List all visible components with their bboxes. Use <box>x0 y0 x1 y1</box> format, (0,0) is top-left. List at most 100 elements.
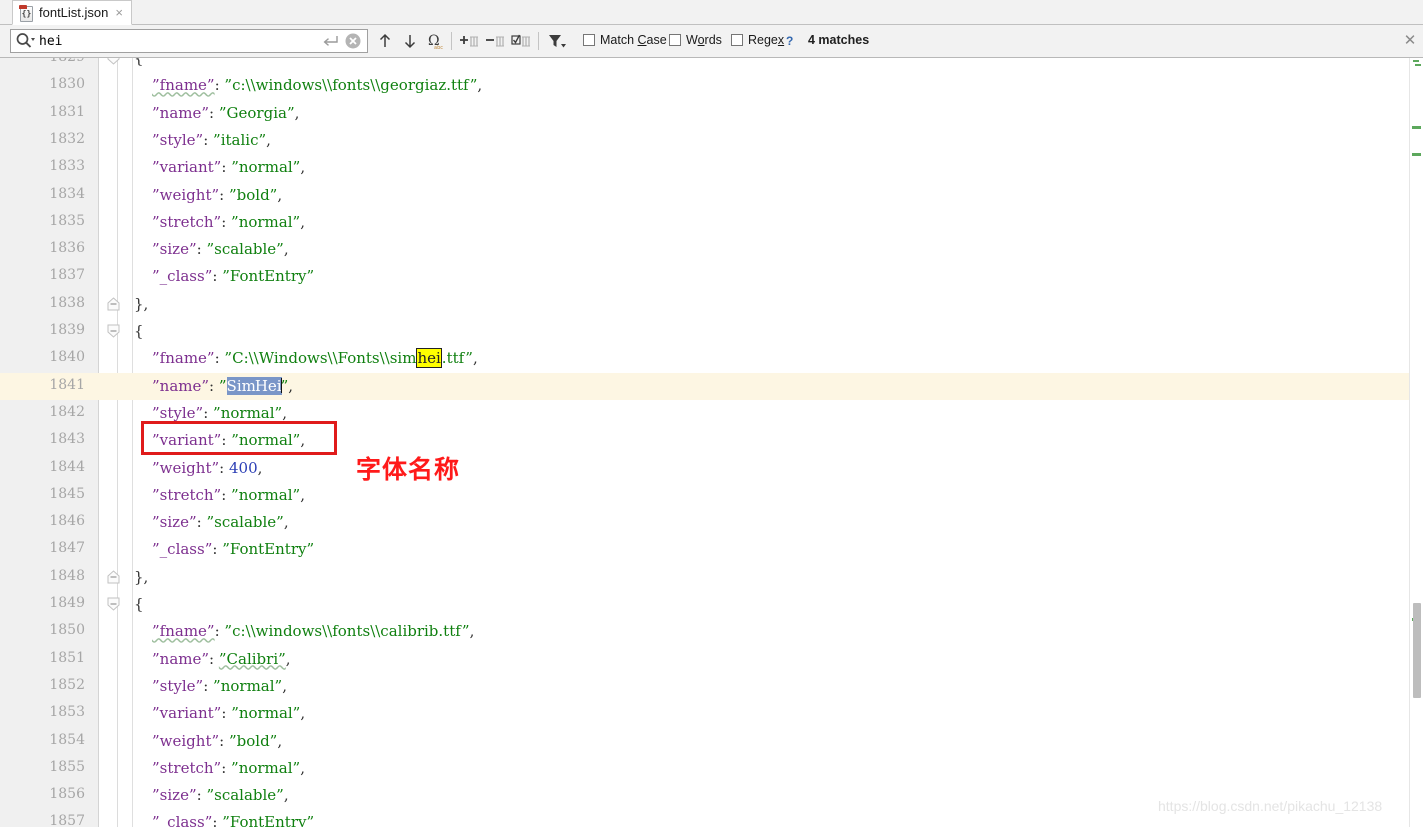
line-text: ”size”: ”scalable”, <box>152 513 289 532</box>
code-line[interactable]: 1836 ”size”: ”scalable”, <box>0 236 1423 263</box>
line-number: 1857 <box>49 813 85 827</box>
code-line[interactable]: 1839 { <box>0 318 1423 345</box>
words-checkbox[interactable]: Words <box>669 33 722 47</box>
tab-fontlist-json[interactable]: {} fontList.json × <box>12 0 132 25</box>
line-text: { <box>134 58 144 67</box>
code-line[interactable]: 1844 ”weight”: 400, <box>0 455 1423 482</box>
line-text: ”name”: ”Calibri”, <box>152 649 291 668</box>
match-marker[interactable] <box>1412 153 1421 156</box>
code-line[interactable]: 1841 ”name”: ”SimHei”, <box>0 372 1423 400</box>
search-icon[interactable] <box>14 30 36 52</box>
line-number: 1851 <box>49 649 85 666</box>
words-label: Words <box>686 33 722 47</box>
code-line[interactable]: 1851 ”name”: ”Calibri”, <box>0 646 1423 673</box>
match-marker[interactable] <box>1415 64 1421 66</box>
line-number: 1855 <box>49 758 85 775</box>
code-line[interactable]: 1838}, <box>0 291 1423 318</box>
line-number: 1837 <box>49 267 85 284</box>
scrollbar-thumb[interactable] <box>1413 603 1421 698</box>
svg-text:abc: abc <box>434 45 443 51</box>
add-occurrence-button[interactable] <box>458 30 482 52</box>
tab-bar: {} fontList.json × <box>0 0 1423 25</box>
line-text: ”variant”: ”normal”, <box>152 158 306 177</box>
code-line[interactable]: 1850 ”fname”: ”c:\\windows\\fonts\\calibr… <box>0 618 1423 645</box>
code-line[interactable]: 1835 ”stretch”: ”normal”, <box>0 209 1423 236</box>
code-line[interactable]: 1842 ”style”: ”normal”, <box>0 400 1423 427</box>
regex-help-icon[interactable]: ? <box>786 34 793 48</box>
code-line[interactable]: 1852 ”style”: ”normal”, <box>0 673 1423 700</box>
code-line[interactable]: 1837 ”_class”: ”FontEntry” <box>0 263 1423 290</box>
find-next-button[interactable] <box>398 30 422 52</box>
line-number: 1847 <box>49 540 85 557</box>
line-text: ”_class”: ”FontEntry” <box>152 540 315 559</box>
find-toolbar: hei Ω abc Match Case Words Regex ? 4 mat… <box>0 25 1423 58</box>
line-number: 1843 <box>49 431 85 448</box>
code-line[interactable]: 1840 ”fname”: ”C:\\Windows\\Fonts\\simhei… <box>0 345 1423 372</box>
line-text: ”weight”: 400, <box>152 458 263 477</box>
code-line[interactable]: 1846 ”size”: ”scalable”, <box>0 509 1423 536</box>
line-number: 1840 <box>49 349 85 366</box>
regex-checkbox[interactable]: Regex <box>731 33 784 47</box>
code-line[interactable]: 1853 ”variant”: ”normal”, <box>0 700 1423 727</box>
code-line[interactable]: 1855 ”stretch”: ”normal”, <box>0 755 1423 782</box>
line-text: ”_class”: ”FontEntry” <box>152 813 315 827</box>
close-findbar-icon[interactable]: ✕ <box>1401 32 1419 50</box>
remove-occurrence-button[interactable] <box>484 30 508 52</box>
line-number: 1854 <box>49 731 85 748</box>
ide-window: {} fontList.json × hei Ω abc Match Case … <box>0 0 1423 827</box>
line-number: 1829 <box>0 58 99 65</box>
fold-toggle-icon[interactable] <box>105 569 122 585</box>
line-text: ”variant”: ”normal”, <box>152 704 306 723</box>
line-number: 1839 <box>49 322 85 338</box>
match-case-box[interactable] <box>583 34 595 46</box>
code-line[interactable]: 1854 ”weight”: ”bold”, <box>0 728 1423 755</box>
search-input[interactable]: hei <box>36 34 321 49</box>
editor-area[interactable]: 1829 {1830 ”fname”: ”c:\\windows\\fonts\\g… <box>0 58 1423 827</box>
line-text: ”style”: ”italic”, <box>152 130 271 149</box>
fold-toggle-icon[interactable] <box>105 596 122 612</box>
line-text: ”size”: ”scalable”, <box>152 240 289 259</box>
filter-button[interactable] <box>545 30 569 52</box>
code-line[interactable]: 1832 ”style”: ”italic”, <box>0 127 1423 154</box>
scrollbar-marker-strip[interactable] <box>1409 58 1423 827</box>
fold-toggle-icon[interactable] <box>105 58 122 66</box>
match-marker[interactable] <box>1413 60 1419 62</box>
line-number: 1852 <box>49 676 85 693</box>
line-number: 1835 <box>49 212 85 229</box>
code-line[interactable]: 1831 ”name”: ”Georgia”, <box>0 100 1423 127</box>
fold-toggle-icon[interactable] <box>105 296 122 312</box>
line-text: { <box>134 322 144 340</box>
match-case-checkbox[interactable]: Match Case <box>583 33 667 47</box>
enter-icon[interactable] <box>321 30 341 52</box>
select-all-occurrences-button[interactable] <box>510 30 534 52</box>
close-icon[interactable]: × <box>113 6 123 19</box>
line-number: 1850 <box>49 622 85 639</box>
match-marker[interactable] <box>1412 126 1421 129</box>
line-number: 1841 <box>49 376 85 393</box>
code-line[interactable]: 1845 ”stretch”: ”normal”, <box>0 482 1423 509</box>
line-text: ”fname”: ”c:\\windows\\fonts\\georgiaz.t… <box>152 76 483 95</box>
code-line[interactable]: 1834 ”weight”: ”bold”, <box>0 182 1423 209</box>
line-number: 1853 <box>49 704 85 721</box>
tab-label: fontList.json <box>39 5 109 20</box>
line-text: ”stretch”: ”normal”, <box>152 212 305 231</box>
code-line[interactable]: 1848}, <box>0 564 1423 591</box>
code-line[interactable]: 1849 { <box>0 591 1423 618</box>
line-text: ”stretch”: ”normal”, <box>152 485 305 504</box>
code-line[interactable]: 1829 { <box>0 58 1423 72</box>
find-previous-button[interactable] <box>373 30 397 52</box>
code-line[interactable]: 1843 ”variant”: ”normal”, <box>0 427 1423 454</box>
special-characters-button[interactable]: Ω abc <box>423 30 447 52</box>
line-text: ”_class”: ”FontEntry” <box>152 267 315 286</box>
fold-toggle-icon[interactable] <box>105 323 122 339</box>
words-box[interactable] <box>669 34 681 46</box>
code-line[interactable]: 1830 ”fname”: ”c:\\windows\\fonts\\georgi… <box>0 72 1423 99</box>
line-text: { <box>134 595 144 613</box>
regex-box[interactable] <box>731 34 743 46</box>
code-line[interactable]: 1847 ”_class”: ”FontEntry” <box>0 536 1423 563</box>
line-number: 1833 <box>49 158 85 175</box>
clear-search-icon[interactable] <box>341 30 365 52</box>
search-field-wrapper[interactable]: hei <box>10 29 368 53</box>
code-line[interactable]: 1833 ”variant”: ”normal”, <box>0 154 1423 181</box>
line-number: 1849 <box>49 595 85 611</box>
